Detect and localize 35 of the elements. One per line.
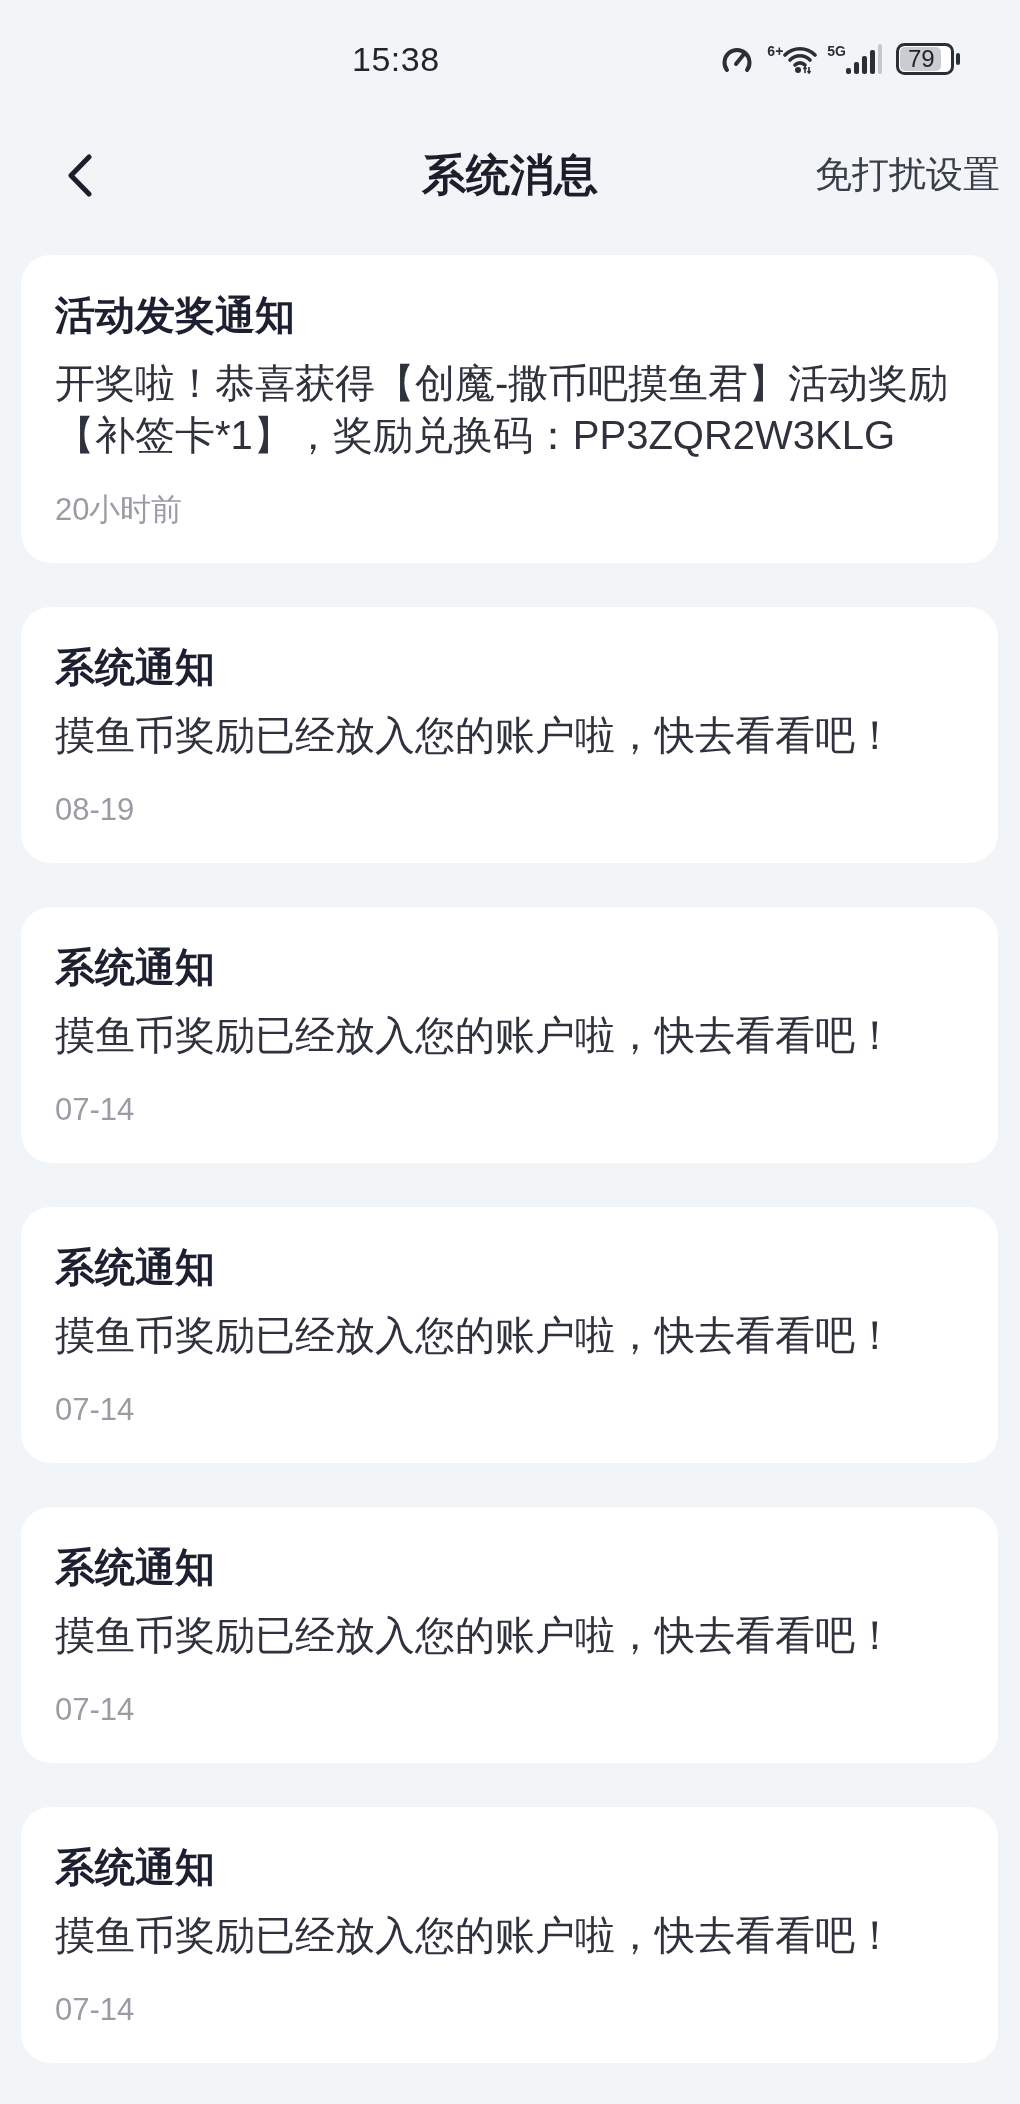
- message-time: 08-19: [55, 791, 136, 829]
- message-title: 系统通知: [55, 1244, 216, 1291]
- network-type-label: 5G: [827, 44, 846, 58]
- message-body: 摸鱼币奖励已经放入您的账户啦，快去看看吧！: [55, 1912, 896, 1959]
- message-body: 摸鱼币奖励已经放入您的账户啦，快去看看吧！: [55, 712, 896, 759]
- message-time: 07-14: [55, 1391, 136, 1429]
- do-not-disturb-settings-link[interactable]: 免打扰设置: [815, 150, 1000, 200]
- back-chevron-icon: [67, 153, 93, 197]
- message-title: 系统通知: [55, 944, 216, 991]
- message-card[interactable]: 活动发奖通知 开奖啦！恭喜获得【创魔-撒币吧摸鱼君】活动奖励【补签卡*1】，奖励兑换码：PP3ZQR2W3KLG 20小时前: [21, 255, 998, 563]
- message-title: 系统通知: [55, 1544, 216, 1591]
- message-time: 07-14: [55, 1091, 136, 1129]
- message-title: 系统通知: [55, 644, 216, 691]
- message-title: 系统通知: [55, 1844, 216, 1891]
- message-card[interactable]: 系统通知 摸鱼币奖励已经放入您的账户啦，快去看看吧！ 07-14: [21, 1207, 998, 1463]
- status-time: 15:38: [352, 39, 440, 79]
- battery-percent: 79: [908, 46, 935, 72]
- message-card[interactable]: 系统通知 摸鱼币奖励已经放入您的账户啦，快去看看吧！ 07-14: [21, 1507, 998, 1763]
- message-body: 开奖啦！恭喜获得【创魔-撒币吧摸鱼君】活动奖励【补签卡*1】，奖励兑换码：PP3ZQR2W3KLG: [55, 360, 950, 459]
- message-body: 摸鱼币奖励已经放入您的账户啦，快去看看吧！: [55, 1012, 896, 1059]
- message-card[interactable]: 系统通知 摸鱼币奖励已经放入您的账户啦，快去看看吧！ 08-19: [21, 607, 998, 863]
- message-body: 摸鱼币奖励已经放入您的账户啦，快去看看吧！: [55, 1612, 896, 1659]
- message-title: 活动发奖通知: [55, 292, 296, 339]
- network-type-label: 6+: [767, 44, 784, 58]
- signal-icon: [846, 44, 882, 74]
- message-card[interactable]: 系统通知 摸鱼币奖励已经放入您的账户啦，快去看看吧！ 07-14: [21, 907, 998, 1163]
- page-title: 系统消息: [422, 148, 598, 201]
- message-time: 07-14: [55, 1691, 136, 1729]
- message-card[interactable]: 系统通知 摸鱼币奖励已经放入您的账户啦，快去看看吧！ 07-14: [21, 1807, 998, 2063]
- speed-gauge-icon: [721, 45, 754, 73]
- message-time: 07-14: [55, 1991, 136, 2029]
- battery-icon: [896, 43, 960, 75]
- message-time: 20小时前: [55, 491, 184, 529]
- message-body: 摸鱼币奖励已经放入您的账户啦，快去看看吧！: [55, 1312, 896, 1359]
- wifi-icon: [783, 44, 818, 74]
